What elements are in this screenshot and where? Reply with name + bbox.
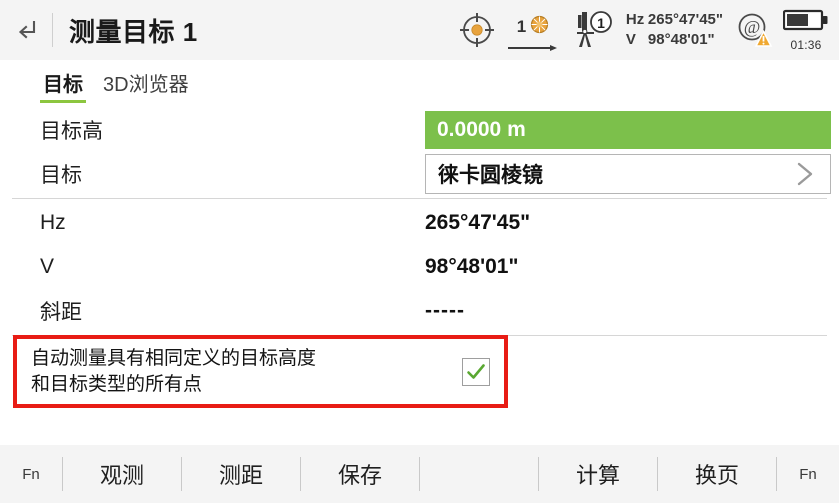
bottom-toolbar: Fn 观测 测距 保存 计算 换页 Fn: [0, 445, 839, 503]
target-form: 目标高 0.0000 m 目标 徕卡圆棱镜 Hz 265°47'45" V 98…: [0, 108, 839, 338]
measure-button[interactable]: 观测: [63, 445, 181, 503]
prism-count-value: 1: [516, 16, 527, 36]
battery-time-remaining: 01:36: [790, 38, 822, 52]
save-button[interactable]: 保存: [301, 445, 419, 503]
form-row-hz: Hz 265°47'45": [0, 201, 839, 245]
tab-3d-viewer[interactable]: 3D浏览器: [100, 66, 192, 103]
hz-readout: Hz 265°47'45": [626, 10, 723, 30]
back-arrow-icon[interactable]: [0, 0, 52, 60]
hz-value: 265°47'45": [647, 10, 723, 28]
form-row-slope-distance: 斜距 -----: [0, 289, 839, 333]
tab-target[interactable]: 目标: [40, 66, 86, 103]
survey-app-screen: 测量目标 1 1 1 Hz 265°47'45" V 98°48'01" @ 0…: [0, 0, 839, 503]
form-row-target-height: 目标高 0.0000 m: [0, 108, 839, 152]
label-slope-distance: 斜距: [40, 301, 82, 324]
distance-button[interactable]: 测距: [182, 445, 300, 503]
calculate-button[interactable]: 计算: [539, 445, 657, 503]
hz-label: Hz: [625, 10, 645, 28]
battery-indicator[interactable]: 01:36: [782, 8, 829, 52]
value-hz: 265°47'45": [425, 211, 531, 234]
auto-measure-highlight-box: 自动测量具有相同定义的目标高度 和目标类型的所有点: [13, 335, 508, 408]
toolbar-empty-slot: [420, 445, 538, 503]
prism-icon: [530, 15, 549, 39]
form-row-v: V 98°48'01": [0, 245, 839, 289]
value-slope-distance: -----: [425, 299, 465, 322]
auto-measure-label: 自动测量具有相同定义的目标高度 和目标类型的所有点: [31, 346, 316, 396]
target-type-value: 徕卡圆棱镜: [438, 164, 543, 187]
auto-measure-label-line1: 自动测量具有相同定义的目标高度: [31, 348, 317, 370]
auto-measure-option-row[interactable]: 自动测量具有相同定义的目标高度 和目标类型的所有点: [17, 339, 504, 404]
app-header: 测量目标 1 1 1 Hz 265°47'45" V 98°48'01" @ 0…: [0, 0, 839, 60]
fn-left-button[interactable]: Fn: [0, 445, 62, 503]
svg-text:@: @: [744, 17, 761, 37]
prism-count-row: 1: [517, 15, 549, 39]
crosshair-target-icon[interactable]: [457, 10, 497, 50]
v-label: V: [625, 31, 636, 48]
fn-right-button[interactable]: Fn: [777, 445, 839, 503]
page-button[interactable]: 换页: [658, 445, 776, 503]
form-row-target-type: 目标 徕卡圆棱镜: [0, 152, 839, 196]
svg-text:1: 1: [597, 15, 605, 31]
atr-warning-icon[interactable]: @: [734, 10, 774, 50]
checkmark-icon: [467, 363, 485, 379]
target-height-input[interactable]: 0.0000 m: [425, 111, 831, 149]
angle-readout: Hz 265°47'45" V 98°48'01": [626, 10, 723, 51]
target-type-select[interactable]: 徕卡圆棱镜: [425, 154, 831, 194]
label-target-height: 目标高: [40, 120, 103, 143]
target-height-value-wrap[interactable]: 0.0000 m: [425, 111, 831, 149]
auto-measure-label-line2: 和目标类型的所有点: [31, 373, 203, 395]
title-divider: [52, 13, 53, 47]
v-value: 98°48'01": [647, 31, 715, 48]
arrow-right-icon: [507, 39, 559, 51]
total-station-icon[interactable]: 1: [569, 9, 615, 51]
prism-count-indicator[interactable]: 1: [506, 15, 560, 51]
label-v: V: [40, 255, 55, 278]
battery-icon: [782, 8, 829, 37]
tab-bar: 目标 3D浏览器: [0, 60, 839, 108]
target-type-value-wrap[interactable]: 徕卡圆棱镜: [425, 154, 831, 194]
page-title: 测量目标 1: [69, 16, 198, 47]
value-v: 98°48'01": [425, 255, 519, 278]
label-hz: Hz: [40, 211, 66, 234]
form-divider-1: [12, 198, 827, 199]
v-readout: V 98°48'01": [626, 30, 723, 50]
chevron-right-icon[interactable]: [790, 159, 820, 189]
auto-measure-checkbox[interactable]: [462, 357, 490, 386]
status-icon-bar: 1 1 Hz 265°47'45" V 98°48'01" @ 01:36: [457, 0, 839, 60]
label-target-type: 目标: [40, 164, 82, 187]
